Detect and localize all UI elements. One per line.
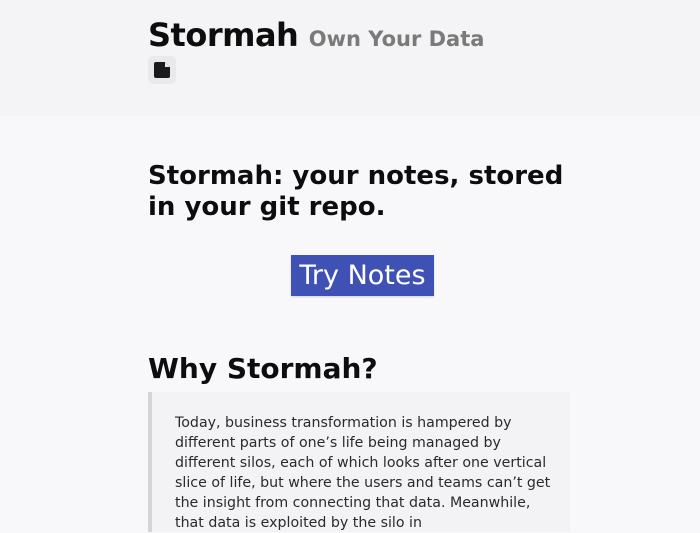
site-header: Stormah Own Your Data [0,0,700,116]
why-heading: Why Stormah? [148,352,378,385]
try-notes-button[interactable]: Try Notes [291,255,434,296]
why-quote: Today, business transformation is hamper… [148,392,570,532]
brand: Stormah Own Your Data [148,16,484,54]
hero-headline: Stormah: your notes, stored in your git … [148,161,564,222]
site-tagline: Own Your Data [308,27,485,51]
note-icon-glyph [154,62,170,78]
why-paragraph: Today, business transformation is hamper… [175,415,551,531]
site-title[interactable]: Stormah [148,16,299,54]
note-icon[interactable] [148,56,176,84]
